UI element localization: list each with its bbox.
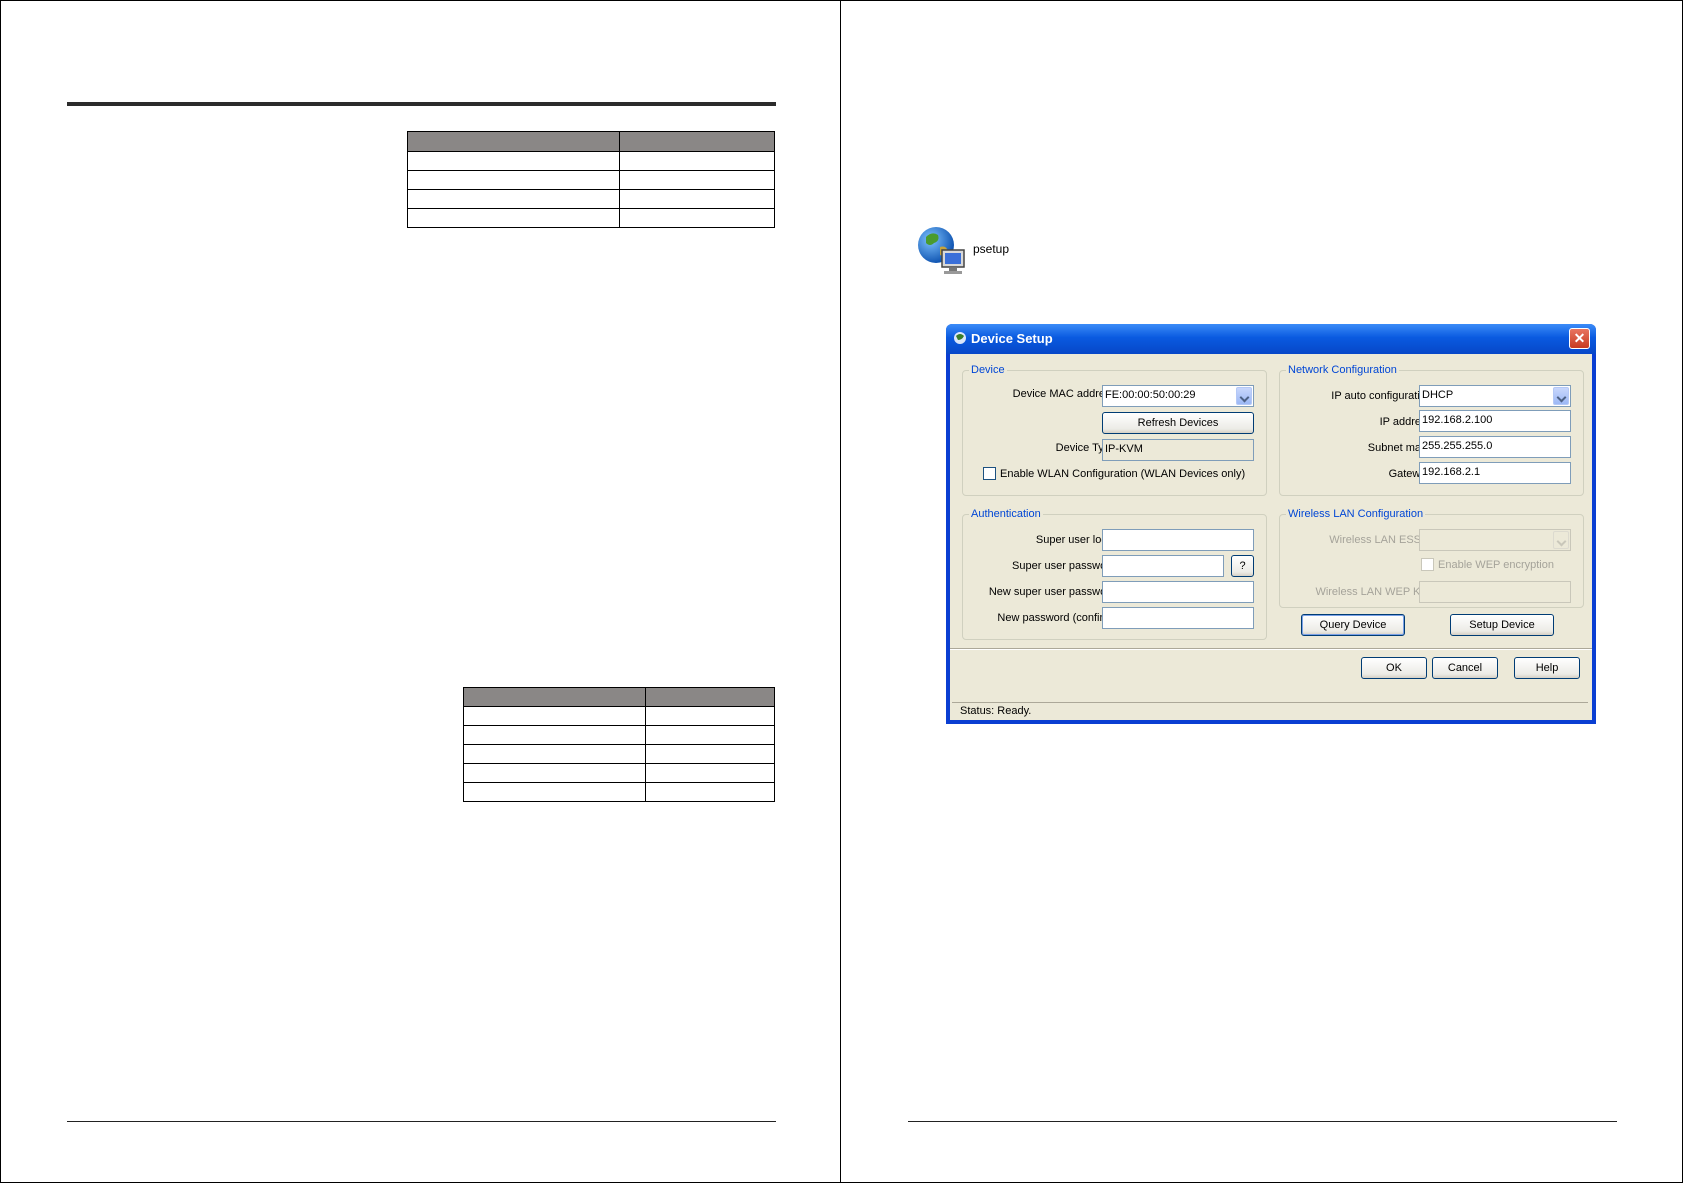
wep-checkbox-label: Enable WEP encryption xyxy=(1438,559,1554,571)
essid-combo xyxy=(1419,529,1571,551)
ip-address-value: 192.168.2.100 xyxy=(1422,414,1493,426)
table-row xyxy=(463,763,775,783)
wep-checkbox xyxy=(1421,558,1434,571)
confirm-password-input[interactable] xyxy=(1102,607,1254,629)
footer-rule-right xyxy=(908,1121,1617,1122)
network-group-legend: Network Configuration xyxy=(1288,364,1397,376)
gateway-field[interactable]: 192.168.2.1 xyxy=(1419,462,1571,484)
ip-auto-label: IP auto configuration xyxy=(1331,390,1432,402)
gateway-value: 192.168.2.1 xyxy=(1422,466,1481,478)
authentication-group-legend: Authentication xyxy=(971,508,1041,520)
confirm-password-label: New password (confirm) xyxy=(997,612,1116,624)
mac-address-value: FE:00:00:50:00:29 xyxy=(1105,389,1196,401)
new-password-input[interactable] xyxy=(1102,581,1254,603)
subnet-mask-field[interactable]: 255.255.255.0 xyxy=(1419,436,1571,458)
password-help-button[interactable]: ? xyxy=(1231,555,1254,577)
table-row xyxy=(463,744,775,764)
desktop-icon-label: psetup xyxy=(973,242,1010,256)
app-icon xyxy=(954,332,966,344)
table-row xyxy=(463,725,775,745)
subnet-mask-value: 255.255.255.0 xyxy=(1422,440,1493,452)
table-row xyxy=(407,170,775,190)
dialog-separator xyxy=(950,648,1592,650)
setup-device-button[interactable]: Setup Device xyxy=(1450,614,1554,636)
globe-computer-icon xyxy=(918,227,965,274)
ip-address-field[interactable]: 192.168.2.100 xyxy=(1419,410,1571,432)
wlan-checkbox-label[interactable]: Enable WLAN Configuration (WLAN Devices … xyxy=(1000,468,1245,480)
status-bar: Status: Ready. xyxy=(952,702,1588,718)
doc-table-top xyxy=(407,131,775,228)
chevron-down-icon[interactable] xyxy=(1236,387,1252,405)
window-title: Device Setup xyxy=(971,331,1053,346)
ok-button[interactable]: OK xyxy=(1361,657,1427,679)
essid-label: Wireless LAN ESSID xyxy=(1329,534,1432,546)
refresh-devices-button[interactable]: Refresh Devices xyxy=(1102,412,1254,434)
chevron-down-icon[interactable] xyxy=(1553,387,1569,405)
close-button[interactable]: ✕ xyxy=(1569,328,1590,349)
table-row xyxy=(407,151,775,171)
psetup-desktop-icon[interactable]: psetup xyxy=(916,225,1036,285)
footer-rule-left xyxy=(67,1121,776,1122)
subnet-mask-label: Subnet mask xyxy=(1367,442,1432,454)
table-row xyxy=(463,706,775,726)
table-row xyxy=(407,189,775,209)
ip-auto-combo[interactable]: DHCP xyxy=(1419,385,1571,407)
wireless-lan-group-legend: Wireless LAN Configuration xyxy=(1288,508,1424,520)
cancel-button[interactable]: Cancel xyxy=(1432,657,1498,679)
mac-label: Device MAC address xyxy=(1012,388,1116,400)
table-header-row xyxy=(463,687,775,707)
wlan-checkbox[interactable] xyxy=(983,467,996,480)
new-password-label: New super user password xyxy=(988,586,1116,598)
title-bar[interactable]: Device Setup ✕ xyxy=(946,324,1596,354)
ip-address-label: IP address xyxy=(1379,416,1432,428)
device-type-label: Device Type xyxy=(1055,442,1116,454)
mac-address-combo[interactable]: FE:00:00:50:00:29 xyxy=(1102,385,1254,407)
super-user-login-label: Super user login xyxy=(1035,534,1116,546)
chevron-down-icon xyxy=(1553,531,1569,549)
table-row xyxy=(407,208,775,228)
super-user-password-label: Super user password xyxy=(1012,560,1116,572)
device-setup-window: Device Setup ✕ Device Device MAC address… xyxy=(946,324,1596,724)
super-user-login-input[interactable] xyxy=(1102,529,1254,551)
help-button[interactable]: Help xyxy=(1514,657,1580,679)
header-rule xyxy=(67,102,776,106)
wep-key-label: Wireless LAN WEP Key xyxy=(1315,586,1432,598)
device-group-legend: Device xyxy=(971,364,1005,376)
wep-key-input xyxy=(1419,581,1571,603)
device-type-value: IP-KVM xyxy=(1105,443,1143,455)
table-header-row xyxy=(407,131,775,152)
page-divider xyxy=(840,0,841,1183)
gateway-label: Gateway xyxy=(1388,468,1432,480)
query-device-button[interactable]: Query Device xyxy=(1301,614,1405,636)
super-user-password-input[interactable] xyxy=(1102,555,1224,577)
dialog-client-area: Device Device MAC address FE:00:00:50:00… xyxy=(950,354,1592,720)
close-icon: ✕ xyxy=(1573,330,1586,346)
table-row xyxy=(463,782,775,802)
ip-auto-value: DHCP xyxy=(1422,389,1454,401)
doc-table-bottom xyxy=(463,687,775,802)
device-type-field: IP-KVM xyxy=(1102,439,1254,461)
